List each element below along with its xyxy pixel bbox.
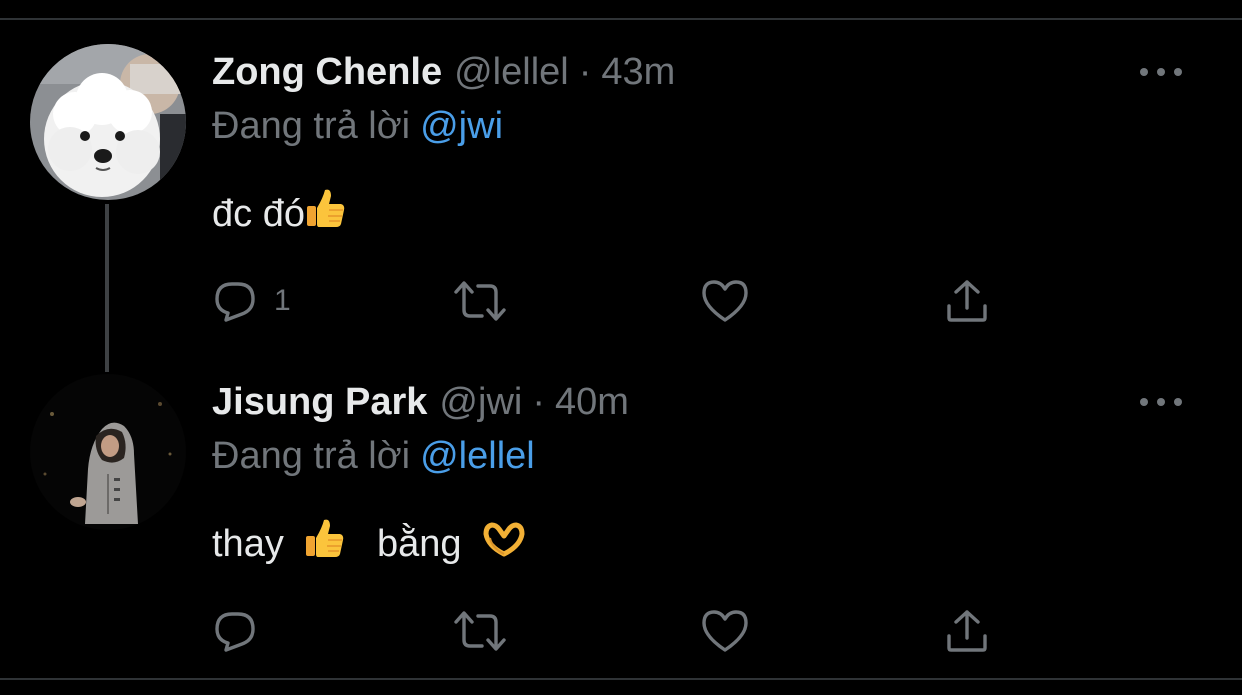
reply-prefix: Đang trả lời [212,435,411,477]
tweet-text-part2: bằng [376,523,462,565]
retweet-button[interactable] [452,276,508,326]
share-icon [947,610,987,652]
handle[interactable]: @jwi [439,381,522,423]
replying-to-line: Đang trả lời @lellel [212,434,535,478]
avatar-hooded-person-image [30,374,186,530]
reply-prefix: Đang trả lời [212,105,411,147]
retweet-icon [454,611,506,651]
like-button[interactable] [700,606,750,656]
avatar[interactable] [30,374,186,530]
retweet-button[interactable] [452,606,508,656]
reply-button[interactable] [212,606,258,656]
bottom-divider [0,678,1242,680]
avatar[interactable] [30,44,186,200]
timestamp[interactable]: 40m [555,381,629,423]
more-icon [1140,68,1148,76]
share-button[interactable] [944,276,990,326]
replying-to-line: Đang trả lời @jwi [212,104,503,148]
more-button[interactable] [1140,60,1182,84]
more-icon [1140,398,1148,406]
tweet-actions [212,606,1012,656]
display-name[interactable]: Zong Chenle [212,51,442,93]
separator-dot: · [532,381,545,423]
reply-icon [215,612,255,652]
reply-icon [215,282,255,322]
tweet-text: đc đó [212,186,347,240]
tweet-actions: 1 [212,276,1012,326]
reply-mention-link[interactable]: @lellel [420,435,535,477]
tweet-text-part1: thay [212,523,284,565]
reply-button[interactable]: 1 [212,276,291,326]
like-button[interactable] [700,276,750,326]
display-name[interactable]: Jisung Park [212,381,427,423]
like-icon [702,610,748,652]
heart-hands-icon [482,520,526,570]
avatar-dog-image [30,44,186,200]
more-button[interactable] [1140,390,1182,414]
like-icon [702,280,748,322]
thumbs-up-icon [305,186,347,240]
retweet-icon [454,281,506,321]
tweet-header: Jisung Park @jwi · 40m [212,380,629,424]
timestamp[interactable]: 43m [601,51,675,93]
thumbs-up-icon [304,516,346,570]
reply-count: 1 [274,284,291,317]
top-divider [0,18,1242,20]
tweet-text-content: đc đó [212,193,305,235]
reply-mention-link[interactable]: @jwi [420,105,503,147]
share-button[interactable] [944,606,990,656]
share-icon [947,280,987,322]
handle[interactable]: @lellel [454,51,569,93]
tweet-header: Zong Chenle @lellel · 43m [212,50,675,94]
thread-connector-line [105,204,109,372]
tweet-text: thay bằng [212,516,526,570]
separator-dot: · [578,51,592,93]
